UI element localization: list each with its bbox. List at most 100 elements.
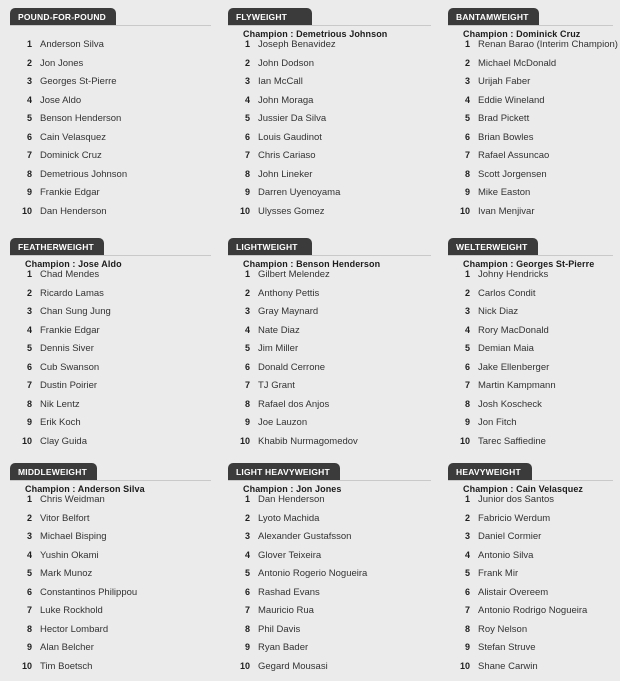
fighter-name[interactable]: Phil Davis <box>250 624 300 635</box>
fighter-name[interactable]: Cub Swanson <box>32 362 99 373</box>
fighter-name[interactable]: Shane Carwin <box>470 661 538 672</box>
fighter-name[interactable]: Ian McCall <box>250 76 303 87</box>
fighter-name[interactable]: Khabib Nurmagomedov <box>250 436 358 447</box>
fighter-name[interactable]: Anthony Pettis <box>250 288 319 299</box>
fighter-name[interactable]: Demetrious Johnson <box>32 169 127 180</box>
fighter-name[interactable]: Erik Koch <box>32 417 81 428</box>
fighter-name[interactable]: Ryan Bader <box>250 642 308 653</box>
fighter-name[interactable]: Rory MacDonald <box>470 325 549 336</box>
fighter-name[interactable]: Rafael dos Anjos <box>250 399 329 410</box>
fighter-name[interactable]: Ulysses Gomez <box>250 206 325 217</box>
fighter-name[interactable]: Ivan Menjivar <box>470 206 535 217</box>
fighter-name[interactable]: Roy Nelson <box>470 624 527 635</box>
division-tab[interactable]: LIGHT HEAVYWEIGHT <box>228 463 340 481</box>
fighter-name[interactable]: Jim Miller <box>250 343 298 354</box>
fighter-name[interactable]: John Lineker <box>250 169 312 180</box>
fighter-name[interactable]: Rafael Assuncao <box>470 150 549 161</box>
division-tab[interactable]: FLYWEIGHT <box>228 8 312 26</box>
fighter-name[interactable]: TJ Grant <box>250 380 295 391</box>
fighter-name[interactable]: Tim Boetsch <box>32 661 92 672</box>
fighter-name[interactable]: Clay Guida <box>32 436 87 447</box>
fighter-name[interactable]: John Dodson <box>250 58 314 69</box>
fighter-name[interactable]: Jake Ellenberger <box>470 362 549 373</box>
fighter-name[interactable]: Chad Mendes <box>32 269 99 280</box>
fighter-name[interactable]: Martin Kampmann <box>470 380 556 391</box>
division-tab[interactable]: POUND-FOR-POUND <box>10 8 116 26</box>
fighter-name[interactable]: Ricardo Lamas <box>32 288 104 299</box>
fighter-name[interactable]: Frank Mir <box>470 568 518 579</box>
fighter-name[interactable]: Vitor Belfort <box>32 513 89 524</box>
fighter-name[interactable]: Chris Weidman <box>32 494 105 505</box>
fighter-name[interactable]: Joseph Benavidez <box>250 39 336 50</box>
fighter-name[interactable]: Benson Henderson <box>32 113 121 124</box>
fighter-name[interactable]: Gegard Mousasi <box>250 661 328 672</box>
fighter-name[interactable]: John Moraga <box>250 95 313 106</box>
fighter-name[interactable]: Nik Lentz <box>32 399 80 410</box>
fighter-name[interactable]: Antonio Silva <box>470 550 533 561</box>
fighter-name[interactable]: Dustin Poirier <box>32 380 97 391</box>
division-tab[interactable]: BANTAMWEIGHT <box>448 8 539 26</box>
fighter-name[interactable]: Donald Cerrone <box>250 362 325 373</box>
fighter-name[interactable]: Chan Sung Jung <box>32 306 111 317</box>
fighter-name[interactable]: Jon Jones <box>32 58 83 69</box>
fighter-name[interactable]: Carlos Condit <box>470 288 536 299</box>
fighter-name[interactable]: Alan Belcher <box>32 642 94 653</box>
fighter-name[interactable]: Rashad Evans <box>250 587 320 598</box>
fighter-name[interactable]: Johny Hendricks <box>470 269 548 280</box>
fighter-name[interactable]: Josh Koscheck <box>470 399 542 410</box>
fighter-name[interactable]: Dennis Siver <box>32 343 94 354</box>
fighter-name[interactable]: Chris Cariaso <box>250 150 316 161</box>
fighter-name[interactable]: Louis Gaudinot <box>250 132 322 143</box>
division-tab[interactable]: MIDDLEWEIGHT <box>10 463 97 481</box>
fighter-name[interactable]: Luke Rockhold <box>32 605 103 616</box>
fighter-name[interactable]: Tarec Saffiedine <box>470 436 546 447</box>
fighter-name[interactable]: Antonio Rogerio Nogueira <box>250 568 367 579</box>
fighter-name[interactable]: Dominick Cruz <box>32 150 102 161</box>
division-tab[interactable]: LIGHTWEIGHT <box>228 238 312 256</box>
fighter-name[interactable]: Renan Barao (Interim Champion) <box>470 39 618 50</box>
division-tab[interactable]: WELTERWEIGHT <box>448 238 538 256</box>
fighter-name[interactable]: Cain Velasquez <box>32 132 106 143</box>
fighter-name[interactable]: Constantinos Philippou <box>32 587 137 598</box>
fighter-name[interactable]: Lyoto Machida <box>250 513 319 524</box>
fighter-name[interactable]: Jose Aldo <box>32 95 81 106</box>
fighter-name[interactable]: Anderson Silva <box>32 39 104 50</box>
fighter-name[interactable]: Mauricio Rua <box>250 605 314 616</box>
fighter-name[interactable]: Alexander Gustafsson <box>250 531 351 542</box>
fighter-name[interactable]: Frankie Edgar <box>32 187 100 198</box>
fighter-name[interactable]: Dan Henderson <box>32 206 107 217</box>
fighter-name[interactable]: Mike Easton <box>470 187 530 198</box>
fighter-name[interactable]: Michael Bisping <box>32 531 107 542</box>
fighter-name[interactable]: Urijah Faber <box>470 76 530 87</box>
fighter-name[interactable]: Georges St-Pierre <box>32 76 117 87</box>
fighter-name[interactable]: Fabricio Werdum <box>470 513 550 524</box>
division-tab[interactable]: FEATHERWEIGHT <box>10 238 104 256</box>
fighter-name[interactable]: Frankie Edgar <box>32 325 100 336</box>
fighter-name[interactable]: Jon Fitch <box>470 417 517 428</box>
fighter-name[interactable]: Yushin Okami <box>32 550 99 561</box>
rank-number: 5 <box>244 113 250 123</box>
fighter-name[interactable]: Antonio Rodrigo Nogueira <box>470 605 587 616</box>
fighter-name[interactable]: Brian Bowles <box>470 132 533 143</box>
fighter-name[interactable]: Junior dos Santos <box>470 494 554 505</box>
fighter-name[interactable]: Mark Munoz <box>32 568 92 579</box>
fighter-name[interactable]: Gray Maynard <box>250 306 318 317</box>
fighter-name[interactable]: Stefan Struve <box>470 642 536 653</box>
fighter-name[interactable]: Scott Jorgensen <box>470 169 547 180</box>
fighter-name[interactable]: Jussier Da Silva <box>250 113 326 124</box>
division-tab[interactable]: HEAVYWEIGHT <box>448 463 532 481</box>
fighter-name[interactable]: Joe Lauzon <box>250 417 307 428</box>
fighter-name[interactable]: Darren Uyenoyama <box>250 187 340 198</box>
fighter-name[interactable]: Alistair Overeem <box>470 587 548 598</box>
fighter-name[interactable]: Michael McDonald <box>470 58 556 69</box>
fighter-name[interactable]: Demian Maia <box>470 343 534 354</box>
fighter-name[interactable]: Nick Diaz <box>470 306 518 317</box>
fighter-name[interactable]: Eddie Wineland <box>470 95 545 106</box>
fighter-name[interactable]: Daniel Cormier <box>470 531 541 542</box>
fighter-name[interactable]: Dan Henderson <box>250 494 325 505</box>
fighter-name[interactable]: Gilbert Melendez <box>250 269 330 280</box>
fighter-name[interactable]: Nate Diaz <box>250 325 300 336</box>
fighter-name[interactable]: Hector Lombard <box>32 624 108 635</box>
fighter-name[interactable]: Glover Teixeira <box>250 550 321 561</box>
fighter-name[interactable]: Brad Pickett <box>470 113 529 124</box>
